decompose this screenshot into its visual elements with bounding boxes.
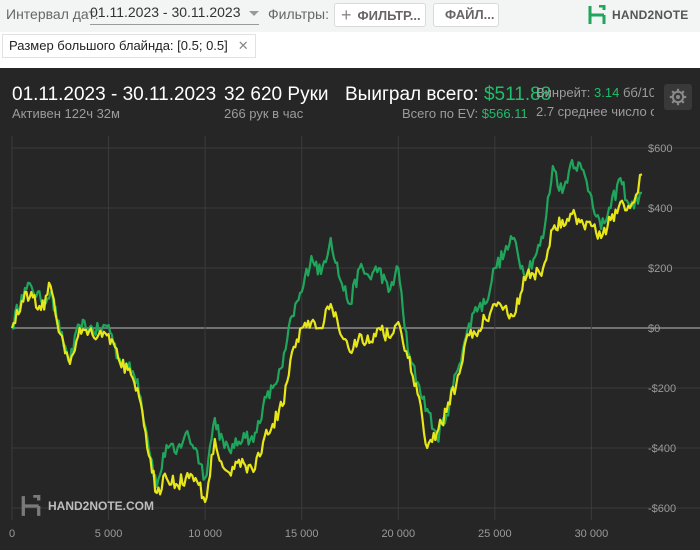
y-tick-label: -$200 bbox=[648, 383, 676, 395]
watermark-text: HAND2NOTE.COM bbox=[48, 499, 155, 513]
hand2note-watermark-icon bbox=[21, 495, 41, 516]
chart-watermark: HAND2NOTE.COM bbox=[20, 495, 154, 517]
x-tick-label: 10 000 bbox=[188, 528, 222, 540]
x-tick-label: 30 000 bbox=[575, 528, 609, 540]
x-tick-label: 25 000 bbox=[478, 528, 512, 540]
profit-chart: $600 $400 $200 $0 -$200 -$400 -$600 0 5 000 10 0… bbox=[9, 136, 700, 540]
y-tick-label: -$600 bbox=[648, 503, 676, 515]
x-tick-label: 5 000 bbox=[95, 528, 123, 540]
y-axis-labels: $600 $400 $200 $0 -$200 -$400 -$600 bbox=[648, 143, 676, 515]
x-axis-labels: 0 5 000 10 000 15 000 20 000 25 000 30 000 bbox=[9, 528, 608, 540]
chart-series bbox=[10, 158, 643, 504]
x-tick-label: 20 000 bbox=[381, 528, 415, 540]
chart-grid bbox=[11, 136, 700, 520]
y-tick-label: $400 bbox=[648, 203, 672, 215]
ev-line bbox=[11, 158, 643, 489]
x-tick-label: 0 bbox=[9, 528, 15, 540]
x-tick-label: 15 000 bbox=[285, 528, 319, 540]
y-tick-label: $600 bbox=[648, 143, 672, 155]
y-tick-label: -$400 bbox=[648, 443, 676, 455]
y-tick-label: $200 bbox=[648, 263, 672, 275]
won-line bbox=[10, 173, 643, 504]
y-tick-label: $0 bbox=[648, 323, 660, 335]
